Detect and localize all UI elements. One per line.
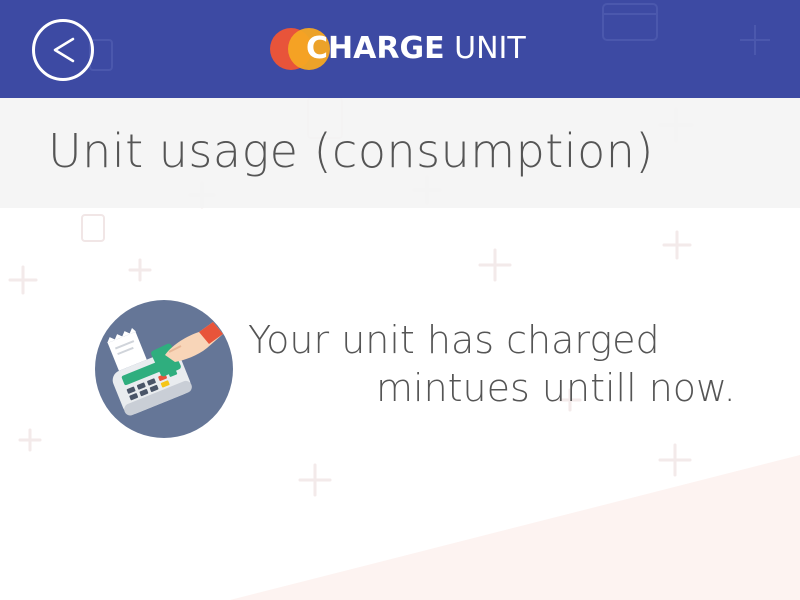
usage-message-line-1: Your unit has charged bbox=[248, 318, 660, 362]
app-header: CHARGE UNIT bbox=[0, 0, 800, 98]
card-payment-terminal-icon bbox=[95, 300, 233, 438]
charge-unit-logo: CHARGE UNIT bbox=[270, 28, 526, 70]
back-button[interactable] bbox=[32, 19, 94, 81]
usage-message: Your unit has charged mintues untill now… bbox=[248, 316, 736, 412]
chevron-left-icon bbox=[53, 37, 75, 63]
logo-text-light: UNIT bbox=[454, 31, 526, 66]
usage-message-line-2: mintues untill now. bbox=[376, 366, 736, 410]
page-title: Unit usage (consumption) bbox=[48, 124, 654, 178]
logo-text-bold: CHARGE bbox=[306, 31, 445, 66]
